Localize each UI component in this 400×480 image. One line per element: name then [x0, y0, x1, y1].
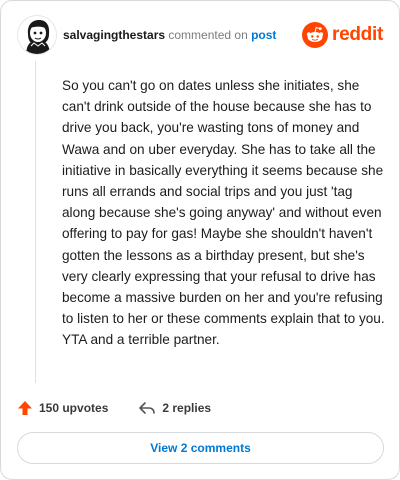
- comment-body: So you can't go on dates unless she init…: [62, 78, 385, 348]
- thread-line[interactable]: [35, 61, 36, 383]
- byline-action-text: commented on: [165, 28, 252, 42]
- user-avatar[interactable]: [17, 15, 57, 55]
- comment-header: salvagingthestars commented on post redd…: [17, 15, 385, 55]
- avatar-illustration-icon: [18, 16, 56, 54]
- username-link[interactable]: salvagingthestars: [63, 28, 165, 42]
- reply-icon: [139, 402, 156, 414]
- comment-card: salvagingthestars commented on post redd…: [0, 0, 400, 480]
- upvote-arrow-icon: [18, 401, 32, 415]
- reply-count: 2 replies: [162, 401, 212, 415]
- reddit-brand[interactable]: reddit: [302, 21, 383, 49]
- reddit-wordmark: reddit: [332, 24, 383, 45]
- comment-actions: 150 upvotes 2 replies: [17, 397, 211, 419]
- reddit-alien-icon: [302, 22, 329, 48]
- view-comments-button[interactable]: View 2 comments: [17, 432, 384, 464]
- reply-button[interactable]: 2 replies: [138, 400, 211, 416]
- upvote-count: 150 upvotes: [39, 401, 109, 415]
- comment-byline: salvagingthestars commented on post: [63, 27, 276, 43]
- upvote-button[interactable]: 150 upvotes: [17, 400, 108, 416]
- post-link[interactable]: post: [251, 28, 276, 42]
